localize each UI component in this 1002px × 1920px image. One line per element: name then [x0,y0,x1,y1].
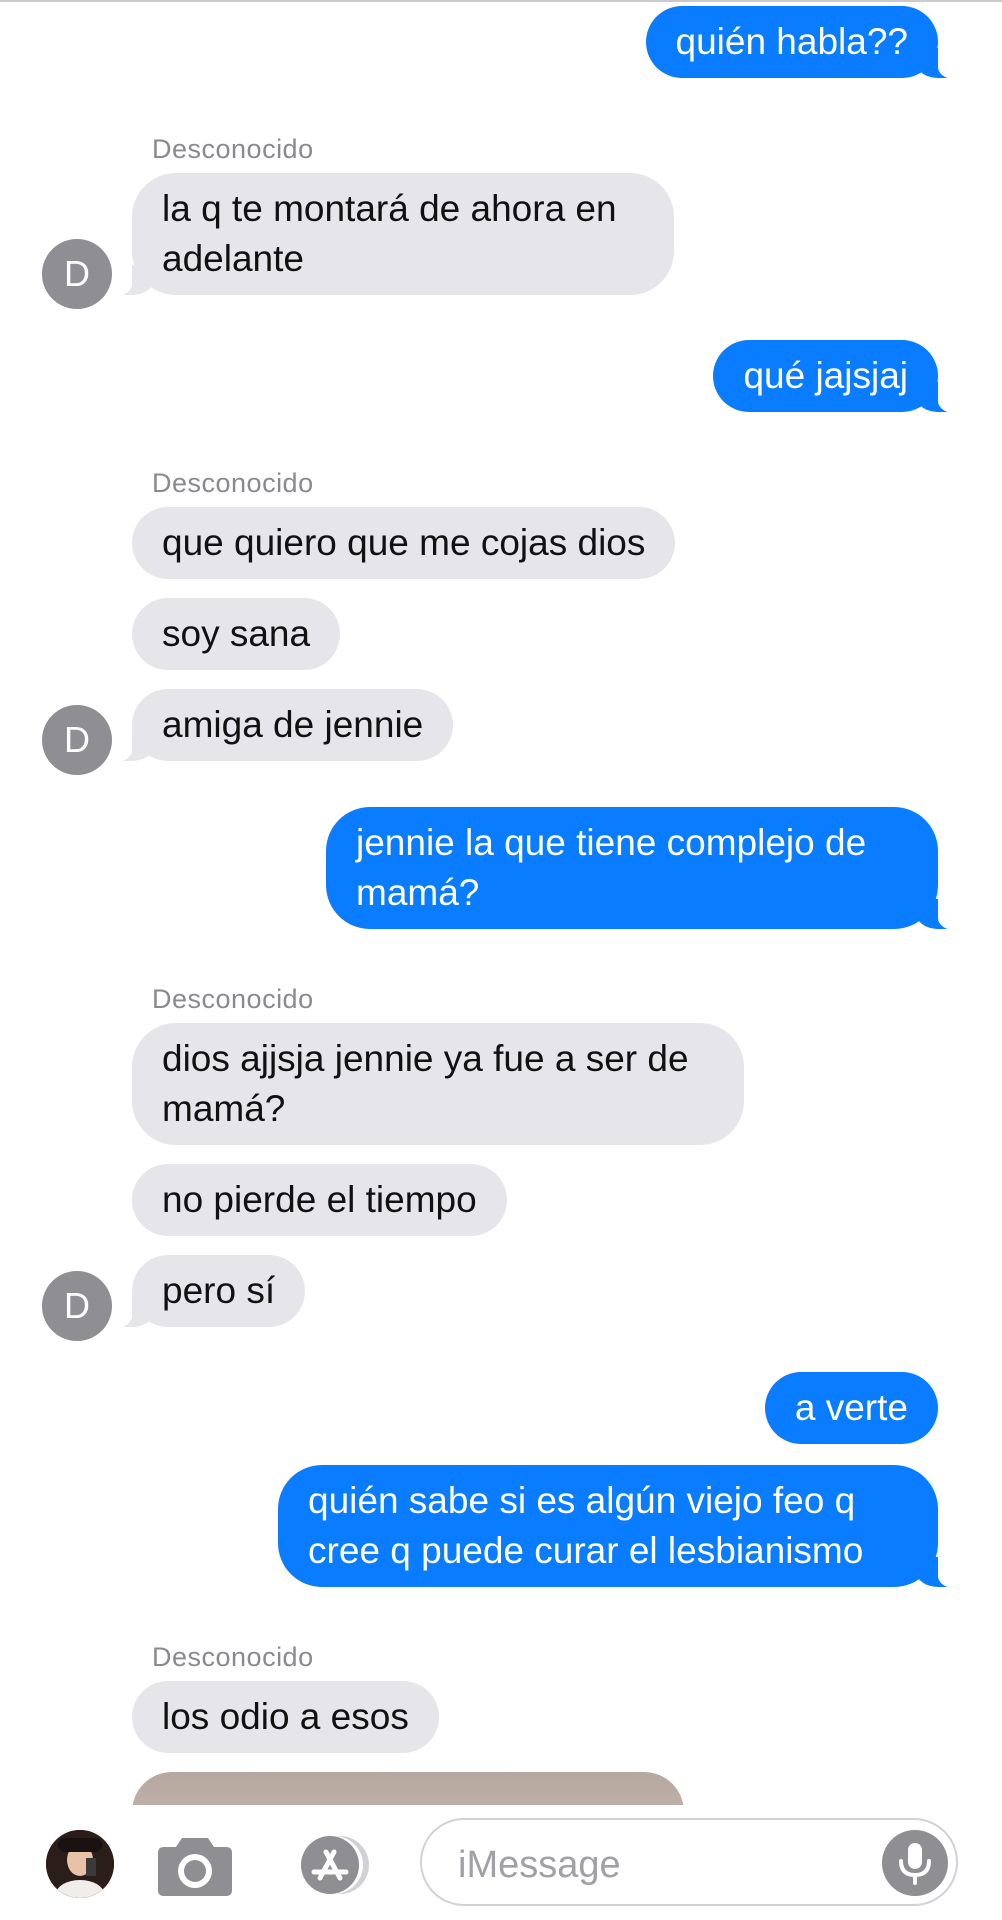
message-text: qué jajsjaj [743,355,908,396]
message-text: la q te montará de ahora en adelante [162,188,617,279]
sender-label: Desconocido [152,468,314,498]
contact-avatar[interactable]: D [42,705,112,775]
contact-avatar[interactable]: D [42,239,112,309]
message-bubble-incoming[interactable]: la q te montará de ahora en adelante [104,173,674,296]
message-text: jennie la que tiene complejo de mamá? [356,822,867,913]
message-bubble-outgoing[interactable]: quién sabe si es algún viejo feo q cree … [278,1465,966,1588]
message-placeholder: iMessage [458,1844,621,1886]
profile-avatar[interactable] [46,1830,114,1898]
message-text: a verte [794,1387,908,1428]
message-bubble-incoming[interactable]: soy sana [132,598,341,670]
message-text: quién sabe si es algún viejo feo q cree … [308,1480,864,1571]
message-text: soy sana [162,613,311,654]
sender-label: Desconocido [152,1642,314,1672]
message-bubble-outgoing[interactable]: jennie la que tiene complejo de mamá? [326,807,966,930]
microphone-icon[interactable] [882,1830,948,1896]
message-bubble-incoming[interactable]: dios ajjsja jennie ya fue a ser de mamá? [132,1023,744,1145]
message-bubble-incoming[interactable]: que quiero que me cojas dios [132,507,676,579]
message-text: que quiero que me cojas dios [162,522,646,563]
sender-label: Desconocido [152,984,314,1014]
message-text: no pierde el tiempo [162,1179,477,1220]
message-bubble-incoming[interactable]: los odio a esos [132,1681,439,1753]
message-bubble-incoming[interactable]: amiga de jennie [103,689,454,762]
message-bubble-incoming[interactable]: pero sí [103,1255,306,1328]
message-text: quién habla?? [675,21,909,62]
message-bubble-outgoing[interactable]: qué jajsjaj [713,340,966,413]
photo-attachment[interactable] [132,1772,684,1805]
message-text: los odio a esos [162,1696,409,1737]
message-text: amiga de jennie [162,704,424,745]
message-text: pero sí [162,1270,276,1311]
message-thread[interactable]: quién habla?? Desconocido la q te montar… [0,0,1002,1805]
message-bubble-outgoing[interactable]: quién habla?? [645,6,966,79]
sender-label: Desconocido [152,134,314,164]
message-bubble-outgoing[interactable]: a verte [764,1372,938,1444]
camera-icon[interactable] [156,1832,234,1898]
message-bubble-incoming[interactable]: no pierde el tiempo [132,1164,507,1236]
app-store-icon[interactable] [284,1832,376,1898]
contact-avatar[interactable]: D [42,1271,112,1341]
message-text: dios ajjsja jennie ya fue a ser de mamá? [162,1038,689,1129]
